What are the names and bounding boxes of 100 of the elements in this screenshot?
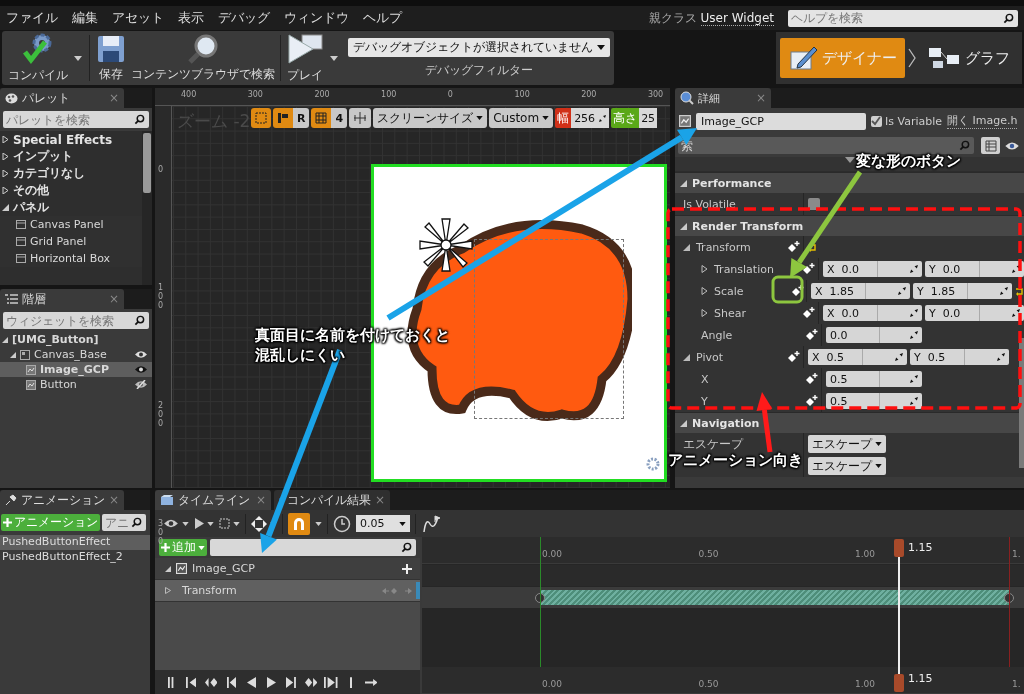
scrollbar[interactable] (142, 131, 152, 285)
play-dropdown[interactable] (194, 518, 214, 529)
number-field[interactable]: Y 1.85 (913, 283, 1012, 299)
height-field[interactable]: 25 (639, 108, 658, 128)
close-button[interactable]: × (374, 493, 385, 507)
menu-item[interactable]: アセット (112, 9, 164, 27)
compile-button[interactable]: コンパイル (6, 32, 70, 84)
track-row[interactable]: Image_GCP (155, 558, 420, 580)
browse-button[interactable]: コンテンツブラウザで検索 (129, 33, 277, 83)
expander-icon[interactable] (683, 353, 690, 361)
transform-mode-button[interactable] (349, 108, 372, 128)
menu-item[interactable]: デバッグ (218, 9, 270, 27)
number-field[interactable]: X 0.0 (823, 305, 922, 321)
grid-size-dropdown[interactable]: 4 (331, 108, 348, 128)
section-title[interactable]: Navigation (692, 416, 760, 430)
eye-icon[interactable] (134, 350, 148, 359)
number-field[interactable]: X 1.85 (811, 283, 910, 299)
playhead-handle[interactable] (894, 674, 904, 692)
number-field[interactable]: 0.5 (826, 393, 922, 409)
fill-mode-dropdown[interactable]: Custom (489, 108, 554, 128)
navigation-dropdown[interactable]: エスケープ (808, 435, 886, 453)
number-field[interactable]: X 0.5 (808, 349, 907, 365)
navigation-dropdown[interactable]: エスケープ (808, 457, 886, 475)
menu-item[interactable]: 表示 (178, 9, 204, 27)
hierarchy-tab[interactable]: 階層 × (0, 289, 124, 309)
widget-search-field[interactable]: ウィジェットを検索 (3, 312, 149, 329)
selection-dropdown[interactable] (219, 518, 240, 529)
dropdown-button[interactable] (315, 521, 322, 526)
gear-icon[interactable] (646, 457, 660, 471)
menu-item[interactable]: ヘルプ (363, 9, 402, 27)
eye-icon[interactable] (1004, 140, 1020, 151)
expander-icon[interactable] (701, 265, 708, 273)
help-search-field[interactable]: ヘルプを検索 (788, 9, 1018, 27)
animations-tab[interactable]: アニメーション × (0, 490, 124, 510)
number-field[interactable]: Y 0.0 (925, 305, 1024, 321)
transport-button[interactable] (283, 676, 299, 688)
snap-toggle-button[interactable] (288, 512, 310, 535)
outline-toggle-button[interactable] (251, 108, 271, 128)
snap-interval-dropdown[interactable]: 0.05 (356, 515, 410, 532)
track-row[interactable]: Transform (155, 580, 420, 602)
expander-icon[interactable] (680, 222, 687, 230)
palette-category[interactable]: インプット (0, 148, 142, 165)
selection-outline[interactable] (474, 239, 624, 419)
add-key-icon[interactable] (786, 350, 800, 364)
checkbox[interactable] (808, 198, 820, 210)
add-key-icon[interactable] (786, 240, 800, 254)
is-variable-checkbox[interactable]: Is Variable (871, 114, 942, 128)
play-button[interactable]: プレイ (284, 32, 326, 84)
respect-locks-button[interactable]: R (293, 108, 310, 128)
anchor-flower-icon[interactable] (418, 217, 474, 273)
plus-icon[interactable] (402, 563, 412, 574)
tree-item[interactable]: Image_GCP (0, 362, 152, 377)
number-field[interactable]: Y 0.0 (925, 261, 1024, 277)
section-title[interactable]: Performance (692, 176, 772, 190)
number-field[interactable]: X 0.0 (823, 261, 922, 277)
number-field[interactable]: 0.5 (826, 371, 922, 387)
grid-snap-button[interactable] (311, 108, 332, 128)
screen-size-dropdown[interactable]: スクリーンサイズ (373, 108, 488, 128)
property-matrix-button[interactable] (981, 137, 1000, 154)
curve-flag-icon[interactable] (421, 513, 441, 534)
palette-tab[interactable]: パレット × (0, 88, 124, 108)
visibility-dropdown[interactable] (163, 518, 189, 529)
add-key-icon[interactable] (801, 306, 815, 320)
add-key-icon[interactable] (804, 394, 818, 408)
expander-icon[interactable] (701, 309, 708, 317)
timeline-track-area[interactable]: 0.00 0.50 1.00 1.15 1. 0.00 0.50 1.00 1.15 1. (422, 537, 1024, 694)
transport-button[interactable] (303, 676, 319, 688)
palette-category[interactable]: カテゴリなし (0, 165, 142, 182)
tree-item[interactable]: Button (0, 377, 152, 392)
menu-item[interactable]: 編集 (72, 9, 98, 27)
graph-mode-button[interactable]: グラフ (919, 38, 1018, 78)
width-field[interactable]: 256 (571, 108, 610, 128)
reset-arrow-icon[interactable] (1015, 286, 1024, 296)
reset-arrow-icon[interactable] (808, 242, 817, 252)
widget-name-field[interactable]: Image_GCP (696, 112, 866, 130)
animation-search-field[interactable]: アニ (102, 514, 146, 531)
parent-class-link[interactable]: User Widget (700, 10, 774, 26)
add-key-icon[interactable] (801, 262, 815, 276)
menu-item[interactable]: ファイル (6, 9, 58, 27)
expander-icon[interactable] (683, 243, 690, 251)
palette-category[interactable]: Special Effects (0, 131, 142, 148)
expander-icon[interactable] (701, 287, 708, 295)
add-key-icon[interactable] (790, 284, 804, 298)
number-field[interactable]: Y 0.5 (910, 349, 1009, 365)
expander-icon[interactable] (680, 419, 687, 427)
palette-category[interactable]: その他 (0, 182, 142, 199)
panel-tab[interactable]: タイムライン × (155, 490, 271, 510)
playhead-handle[interactable] (894, 539, 904, 557)
details-tab[interactable]: 詳細 × (675, 88, 771, 108)
layout-toggle-button[interactable] (273, 108, 293, 128)
tree-item[interactable]: Canvas_Base (0, 347, 152, 362)
collapse-arrow-icon[interactable] (844, 157, 855, 163)
eye-slash-icon[interactable] (134, 380, 148, 389)
debug-object-dropdown[interactable]: デバッグオブジェクトが選択されていません (348, 37, 610, 57)
transport-button[interactable] (203, 676, 219, 688)
transport-button[interactable] (183, 676, 199, 688)
tree-item[interactable]: [UMG_Button] (0, 332, 152, 347)
expander-icon[interactable] (680, 179, 687, 187)
number-field[interactable]: 0.0 (826, 327, 922, 343)
add-key-icon[interactable] (804, 372, 818, 386)
